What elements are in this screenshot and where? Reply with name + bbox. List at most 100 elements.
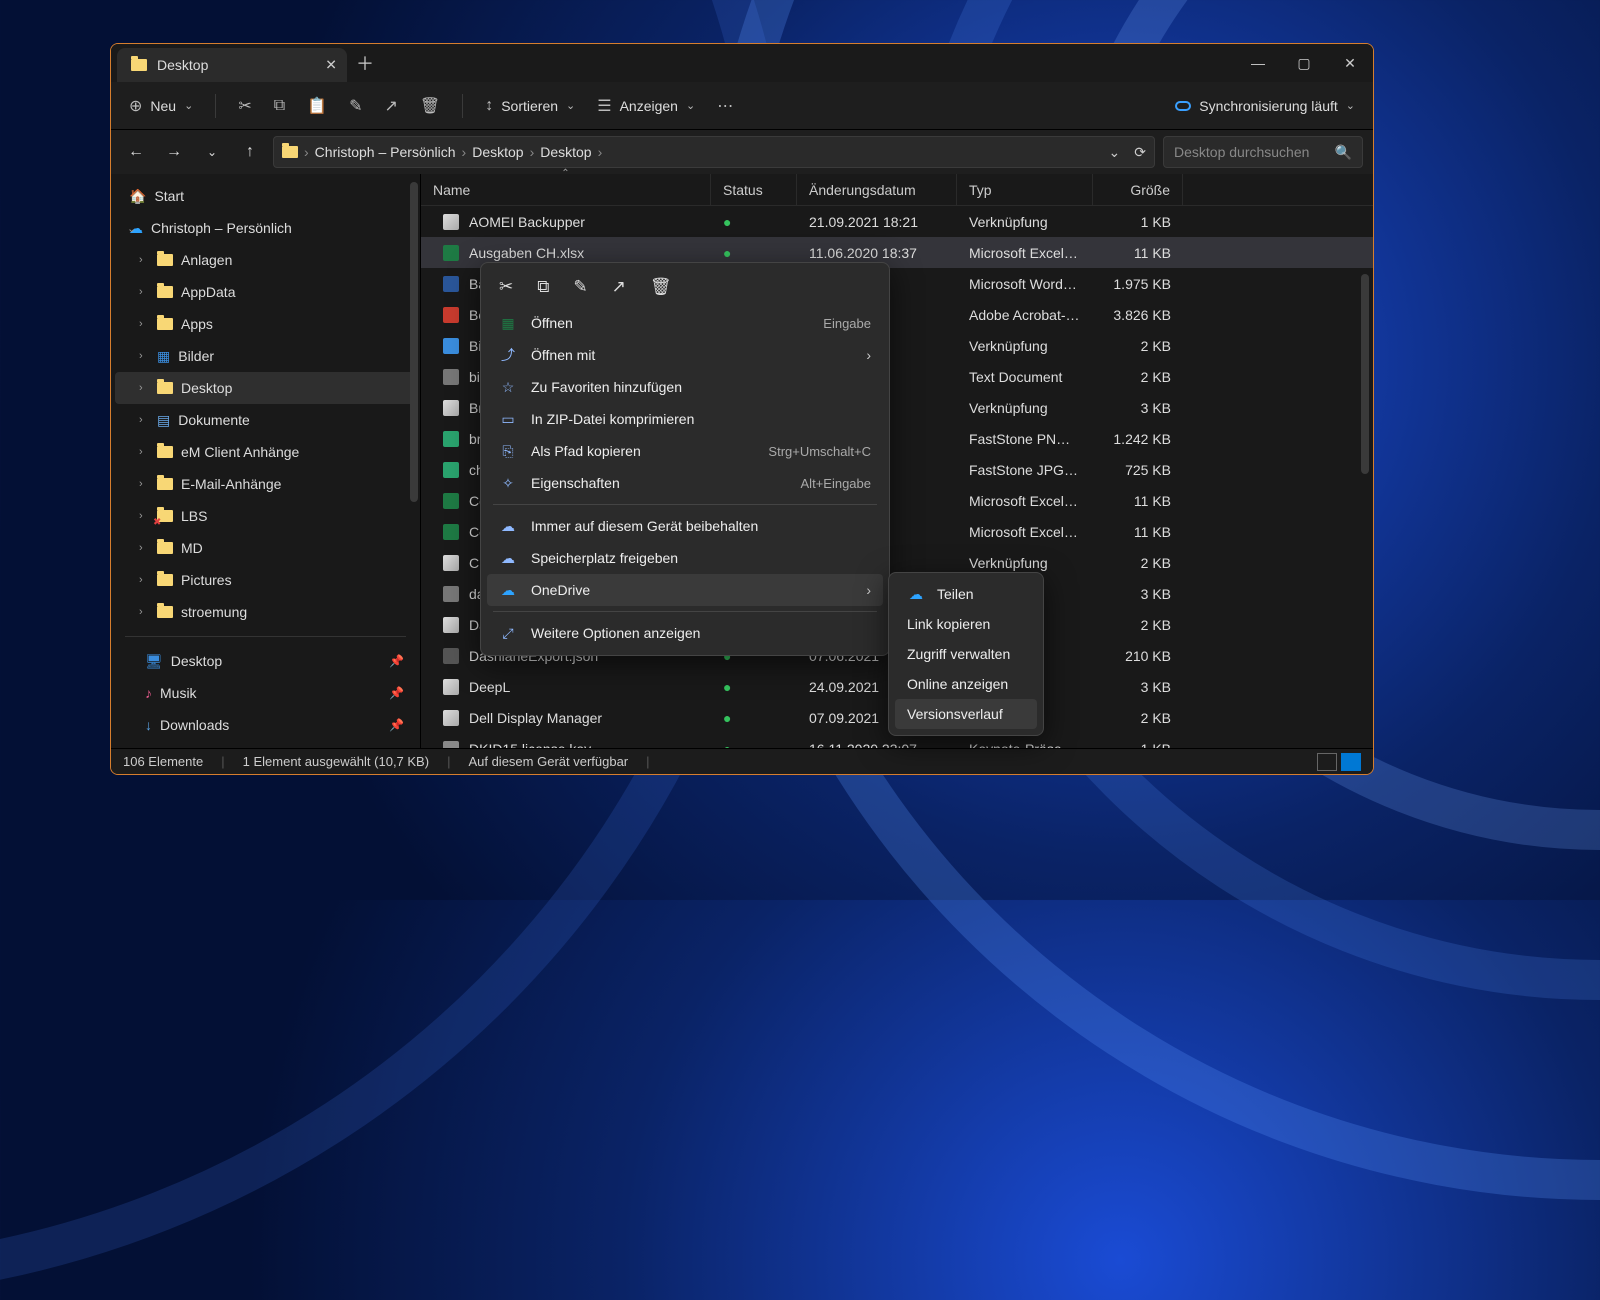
chevron-right-icon[interactable]: ›: [139, 414, 143, 426]
sub-view-online[interactable]: Online anzeigen: [895, 669, 1037, 699]
share-icon[interactable]: ↗: [612, 277, 626, 297]
ctx-open-with[interactable]: ⤴ Öffnen mit›: [487, 339, 883, 371]
chevron-down-icon: ⌄: [566, 99, 575, 112]
refresh-icon[interactable]: ⟳: [1134, 144, 1146, 161]
more-icon[interactable]: ⋯: [717, 96, 733, 116]
minimize-button[interactable]: ―: [1235, 44, 1281, 82]
chevron-right-icon[interactable]: ›: [139, 286, 143, 298]
paste-icon[interactable]: 📋: [307, 96, 327, 116]
view-button[interactable]: ☰ Anzeigen ⌄: [597, 96, 695, 116]
sidebar-item-pictures[interactable]: ›Pictures: [111, 564, 420, 596]
share-icon[interactable]: ↗: [384, 96, 397, 116]
search-input[interactable]: Desktop durchsuchen 🔍: [1163, 136, 1363, 168]
ctx-favorite[interactable]: ☆ Zu Favoriten hinzufügen: [487, 371, 883, 403]
address-bar[interactable]: › Christoph – Persönlich › Desktop › Des…: [273, 136, 1155, 168]
scrollbar[interactable]: [410, 182, 418, 502]
sub-copy-link[interactable]: Link kopieren: [895, 609, 1037, 639]
chevron-right-icon[interactable]: ›: [139, 446, 143, 458]
back-button[interactable]: ←: [121, 143, 151, 161]
column-date[interactable]: Änderungsdatum: [797, 174, 957, 205]
ctx-open[interactable]: ▦ ÖffnenEingabe: [487, 307, 883, 339]
sidebar-separator: [125, 636, 406, 637]
sidebar-item-md[interactable]: ›MD: [111, 532, 420, 564]
table-row[interactable]: AOMEI Backupper●21.09.2021 18:21Verknüpf…: [421, 206, 1373, 237]
address-dropdown-icon[interactable]: ⌄: [1109, 144, 1121, 161]
pin-icon[interactable]: 📌: [389, 654, 404, 668]
sub-manage-access[interactable]: Zugriff verwalten: [895, 639, 1037, 669]
column-status[interactable]: Status: [711, 174, 797, 205]
ctx-zip[interactable]: ▭ In ZIP-Datei komprimieren: [487, 403, 883, 435]
ctx-keep-device[interactable]: ☁ Immer auf diesem Gerät beibehalten: [487, 510, 883, 542]
maximize-button[interactable]: ▢: [1281, 44, 1327, 82]
breadcrumb-desktop2[interactable]: Desktop: [540, 144, 591, 160]
tab-desktop[interactable]: Desktop ✕: [117, 48, 347, 82]
close-icon[interactable]: ✕: [325, 57, 337, 74]
sync-status[interactable]: Synchronisierung läuft ⌄: [1175, 98, 1355, 114]
chevron-right-icon[interactable]: ›: [139, 606, 143, 618]
chevron-right-icon[interactable]: ›: [139, 318, 143, 330]
sidebar-item-stroemung[interactable]: ›stroemung: [111, 596, 420, 628]
chevron-right-icon[interactable]: ›: [139, 350, 143, 362]
file-icon: [443, 710, 459, 726]
sidebar-item-appdata[interactable]: ›AppData: [111, 276, 420, 308]
folder-icon: [157, 446, 173, 458]
chevron-right-icon[interactable]: ›: [139, 574, 143, 586]
details-view-button[interactable]: [1317, 753, 1337, 771]
sidebar-item-anlagen[interactable]: ›Anlagen: [111, 244, 420, 276]
new-button[interactable]: ⊕ Neu ⌄: [129, 96, 193, 116]
scrollbar[interactable]: [1361, 274, 1369, 474]
sub-share[interactable]: ☁ Teilen: [895, 579, 1037, 609]
quick-access-desktop[interactable]: 🖥Desktop📌: [111, 645, 420, 677]
sidebar-item-dokumente[interactable]: ›▤Dokumente: [111, 404, 420, 436]
chevron-right-icon[interactable]: ›: [139, 478, 143, 490]
chevron-down-icon: ⌄: [1346, 99, 1355, 112]
sidebar-item-desktop[interactable]: ›Desktop: [115, 372, 416, 404]
up-button[interactable]: ↑: [235, 143, 265, 161]
file-icon: [443, 276, 459, 292]
forward-button[interactable]: →: [159, 143, 189, 161]
column-type[interactable]: Typ: [957, 174, 1093, 205]
sidebar-item-apps[interactable]: ›Apps: [111, 308, 420, 340]
copy-icon[interactable]: ⧉: [537, 277, 549, 297]
chevron-right-icon[interactable]: ›: [139, 382, 143, 394]
sub-version-history[interactable]: Versionsverlauf: [895, 699, 1037, 729]
ctx-more-options[interactable]: ⤢ Weitere Optionen anzeigen: [487, 617, 883, 649]
status-count: 106 Elemente: [123, 754, 203, 769]
ctx-free-space[interactable]: ☁ Speicherplatz freigeben: [487, 542, 883, 574]
new-tab-button[interactable]: ＋: [347, 44, 383, 82]
rename-icon[interactable]: ✎: [349, 96, 362, 116]
chevron-right-icon[interactable]: ›: [139, 510, 143, 522]
sidebar-item-em-client-anh-nge[interactable]: ›eM Client Anhänge: [111, 436, 420, 468]
delete-icon[interactable]: 🗑: [650, 277, 672, 297]
sidebar-item-onedrive[interactable]: ⌄ ☁ Christoph – Persönlich: [111, 212, 420, 244]
sidebar-item-bilder[interactable]: ›▦Bilder: [111, 340, 420, 372]
delete-icon[interactable]: 🗑: [420, 96, 440, 116]
ctx-copy-path[interactable]: ⎘ Als Pfad kopierenStrg+Umschalt+C: [487, 435, 883, 467]
rename-icon[interactable]: ✎: [573, 277, 587, 297]
sidebar-item-e-mail-anh-nge[interactable]: ›E-Mail-Anhänge: [111, 468, 420, 500]
quick-access-musik[interactable]: ♪Musik📌: [111, 677, 420, 709]
breadcrumb-desktop[interactable]: Desktop: [472, 144, 523, 160]
cut-icon[interactable]: ✂: [238, 96, 251, 116]
sidebar-item-start[interactable]: 🏠 Start: [111, 180, 420, 212]
chevron-right-icon[interactable]: ›: [139, 254, 143, 266]
pin-icon[interactable]: 📌: [389, 718, 404, 732]
column-name[interactable]: ⌃ Name: [421, 174, 711, 205]
chevron-down-icon[interactable]: ⌄: [127, 222, 136, 235]
error-badge-icon: ✖: [153, 517, 161, 528]
sidebar-item-lbs[interactable]: ›✖LBS: [111, 500, 420, 532]
recent-button[interactable]: ⌄: [197, 145, 227, 159]
ctx-onedrive[interactable]: ☁ OneDrive›: [487, 574, 883, 606]
pin-icon[interactable]: 📌: [389, 686, 404, 700]
breadcrumb-user[interactable]: Christoph – Persönlich: [315, 144, 456, 160]
close-button[interactable]: ✕: [1327, 44, 1373, 82]
sort-button[interactable]: ↕ Sortieren ⌄: [485, 97, 575, 115]
cut-icon[interactable]: ✂: [499, 277, 513, 297]
column-size[interactable]: Größe: [1093, 174, 1183, 205]
copy-icon[interactable]: ⧉: [274, 97, 285, 115]
ctx-properties[interactable]: ✧ EigenschaftenAlt+Eingabe: [487, 467, 883, 499]
tiles-view-button[interactable]: [1341, 753, 1361, 771]
file-type: Verknüpfung: [957, 555, 1093, 571]
chevron-right-icon[interactable]: ›: [139, 542, 143, 554]
quick-access-downloads[interactable]: ↓Downloads📌: [111, 709, 420, 741]
